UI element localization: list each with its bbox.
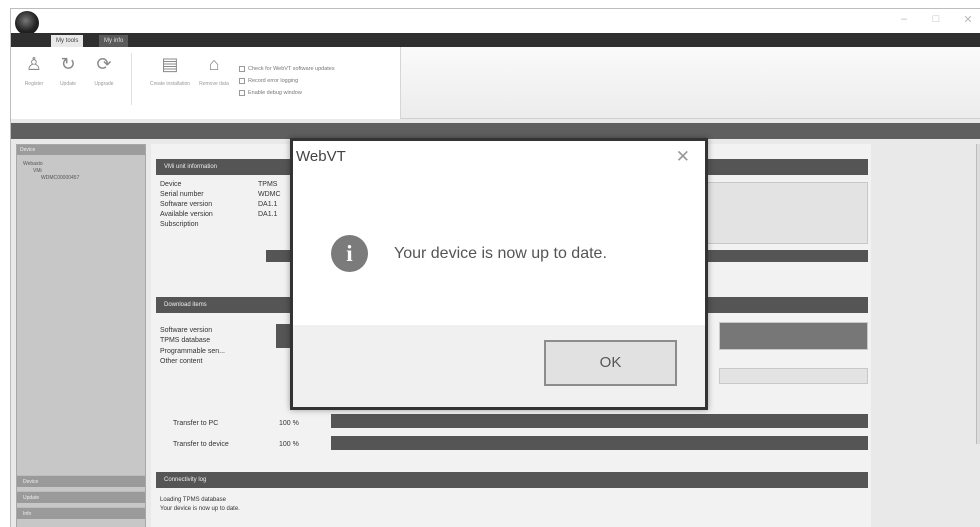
checkbox[interactable] [239,65,245,72]
header-band [11,123,980,139]
info-icon: i [331,235,368,272]
transfer-pc-progress-fill [331,414,868,428]
transfer-pc-percent: 100 % [279,420,299,427]
upgrade-label: Upgrade [94,81,114,87]
check-updates-label: Check for WebVT software updates [248,66,335,72]
tab-my-info[interactable]: My info [99,35,129,47]
home-icon: ⌂ [208,54,220,74]
tree-node-webasto[interactable]: Webasto [17,161,145,168]
record-logging-label: Record error logging [248,78,299,84]
remove-data-button[interactable]: ⌂ Remove data [197,53,231,101]
kv-value: TPMS [258,181,278,188]
transfer-device-label: Transfer to device [173,441,229,448]
maximize-icon[interactable]: □ [929,13,943,26]
update-button[interactable]: ↻ Update [51,53,85,101]
transfer-device-progress-fill [331,436,868,450]
tab-my-tools[interactable]: My tools [51,35,84,47]
download-row: Other content [160,358,203,365]
device-tree-pane: Device Webasto VMi WDMC00000457 Device U… [16,144,146,527]
right-scroll-pane[interactable] [976,144,980,444]
kv-value: DA1.1 [258,211,278,218]
register-label: Register [24,81,44,87]
kv-value: WDMC [258,191,281,198]
kv-label: Software version [160,201,213,208]
log-line: Your device is now up to date. [160,506,240,512]
download-row: Software version [160,327,213,334]
transfer-pc-label: Transfer to PC [173,420,219,427]
window-controls: – □ ✕ [897,13,975,26]
update-label: Update [59,81,77,87]
debug-window-option[interactable]: Enable debug window [239,89,302,98]
record-logging-option[interactable]: Record error logging [239,77,298,86]
kv-label: Subscription [160,221,199,228]
tree-header: Device [17,145,145,155]
tree-node-serial[interactable]: WDMC00000457 [17,175,145,182]
bottom-tab-device[interactable]: Device [17,475,145,487]
update-complete-dialog: WebVT ✕ i Your device is now up to date.… [290,138,708,410]
ribbon: ♙ Register ↻ Update ⟳ Upgrade ▤ Create i… [11,47,980,119]
kv-label: Serial number [160,191,204,198]
transfer-device-percent: 100 % [279,441,299,448]
kv-software-version: Software version DA1.1 [160,201,277,209]
minimize-icon[interactable]: – [897,13,911,26]
download-row: Programmable sen... [160,348,225,355]
kv-value: DA1.1 [258,201,278,208]
person-icon: ♙ [25,54,43,74]
app-logo-icon[interactable] [15,11,39,35]
register-button[interactable]: ♙ Register [17,53,51,101]
ribbon-separator [131,53,132,105]
dialog-title: WebVT [296,148,346,165]
bottom-tab-update[interactable]: Update [17,491,145,503]
download-empty-box [719,368,868,384]
kv-subscription: Subscription [160,221,199,229]
transfer-pc-progress-bar [331,414,868,428]
log-section-header: Connectivity log [156,472,868,488]
ok-button[interactable]: OK [544,340,677,386]
upgrade-button[interactable]: ⟳ Upgrade [87,53,121,101]
dialog-message: Your device is now up to date. [394,245,607,262]
kv-label: Device [160,181,182,188]
ribbon-tab-bar: My tools My info [11,33,980,47]
checkbox[interactable] [239,89,245,96]
kv-label: Available version [160,211,213,218]
refresh-icon: ↻ [60,54,76,74]
document-icon: ▤ [161,54,179,74]
download-row: TPMS database [160,337,211,344]
check-updates-option[interactable]: Check for WebVT software updates [239,65,335,74]
debug-window-label: Enable debug window [248,90,302,96]
ribbon-group-tools: ♙ Register ↻ Update ⟳ Upgrade ▤ Create i… [11,47,401,119]
transfer-device-progress-bar [331,436,868,450]
bottom-tab-info[interactable]: Info [17,507,145,519]
kv-serial: Serial number WDMC [160,191,281,199]
dialog-footer: OK [293,325,705,407]
remove-data-label: Remove data [199,81,229,87]
kv-device: Device TPMS [160,181,277,189]
create-installation-button[interactable]: ▤ Create installation [145,53,195,101]
kv-available-version: Available version DA1.1 [160,211,277,219]
dialog-close-icon[interactable]: ✕ [676,147,690,167]
download-progress-box [719,322,868,350]
upgrade-icon: ⟳ [96,54,112,74]
title-bar: – □ ✕ [11,9,980,35]
close-window-icon[interactable]: ✕ [961,13,975,26]
tree-node-vmi[interactable]: VMi [17,168,145,175]
log-line: Loading TPMS database [160,497,226,503]
create-installation-label: Create installation [149,81,191,87]
checkbox[interactable] [239,77,245,84]
